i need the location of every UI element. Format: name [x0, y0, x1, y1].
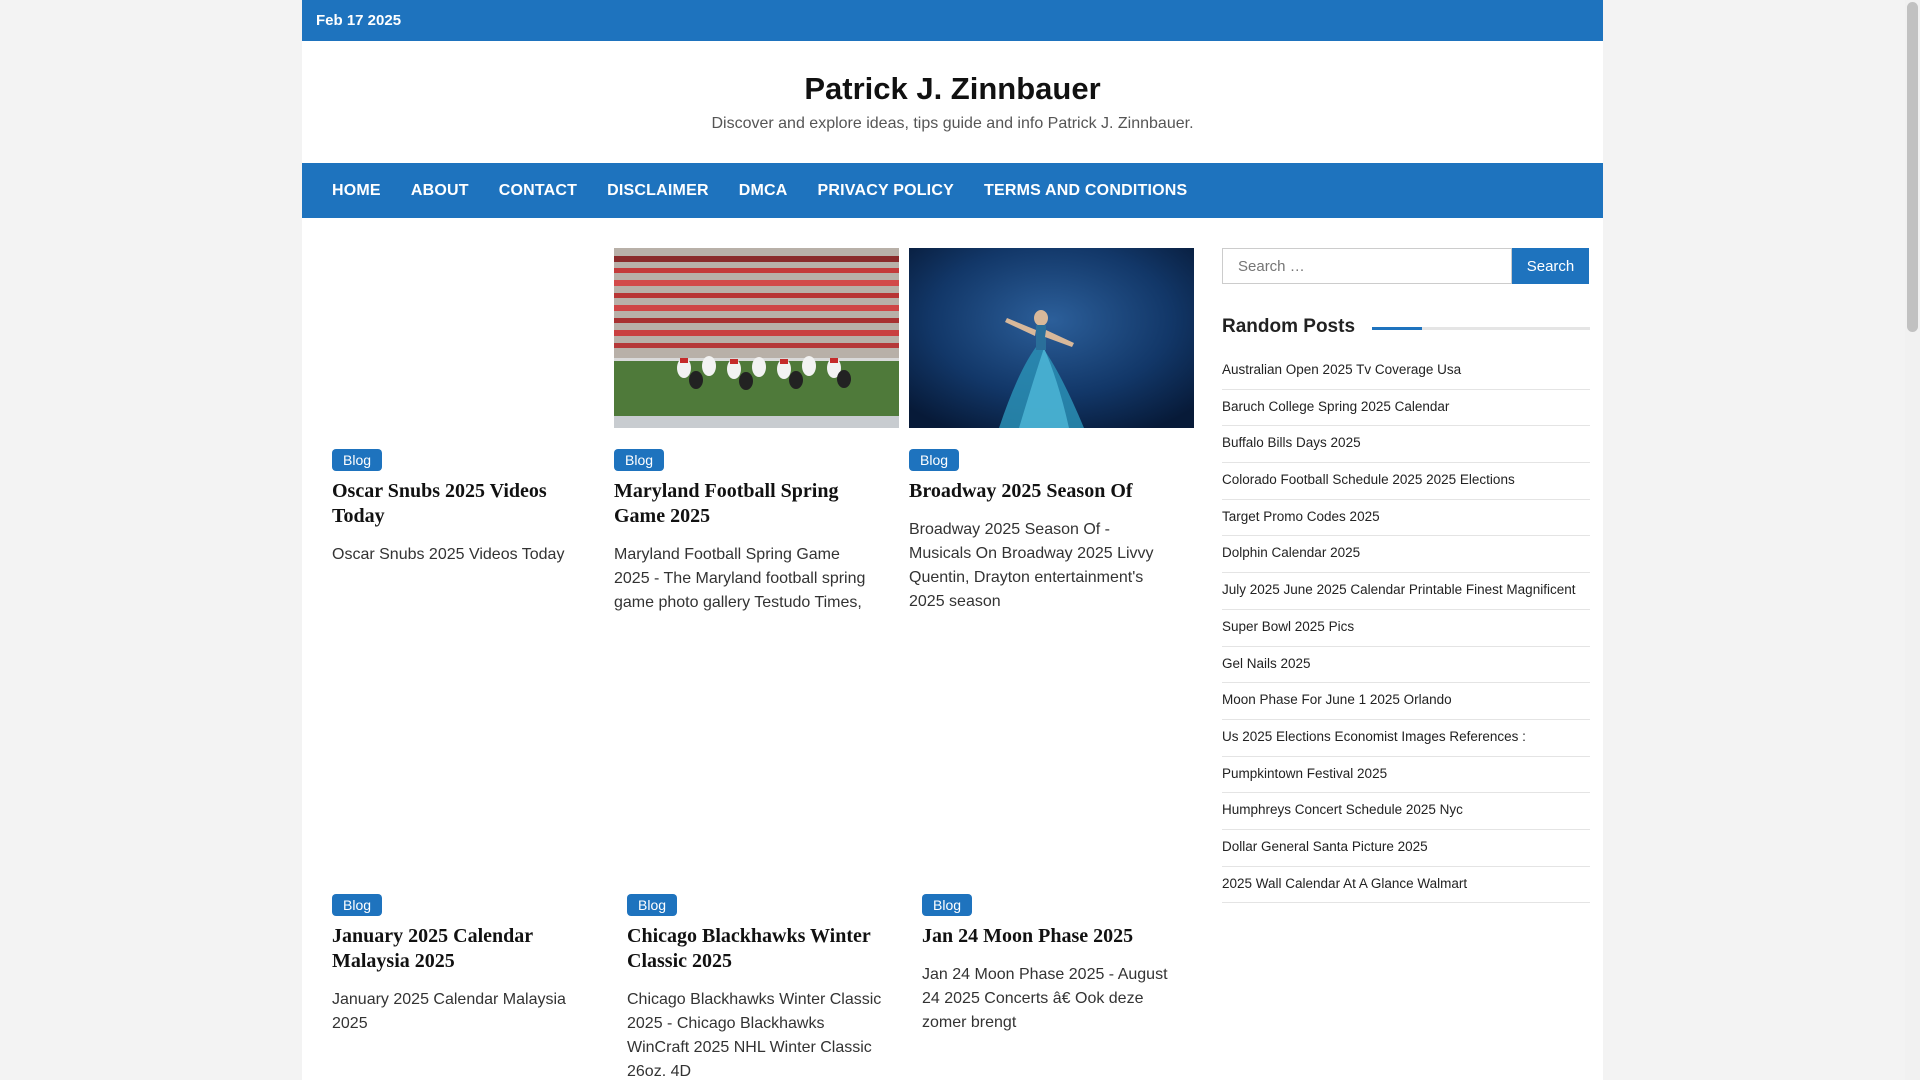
random-post-link[interactable]: Us 2025 Elections Economist Images Refer… — [1222, 720, 1590, 757]
post-title[interactable]: Jan 24 Moon Phase 2025 — [922, 924, 1182, 949]
page-scrollbar[interactable] — [1905, 0, 1920, 1080]
main-nav: HOME ABOUT CONTACT DISCLAIMER DMCA PRIVA… — [302, 163, 1603, 218]
random-post-link[interactable]: July 2025 June 2025 Calendar Printable F… — [1222, 573, 1590, 610]
sidebar: Search Random Posts Australian Open 2025… — [1222, 248, 1590, 904]
random-post-link[interactable]: Baruch College Spring 2025 Calendar — [1222, 390, 1590, 427]
random-post-link[interactable]: Moon Phase For June 1 2025 Orlando — [1222, 683, 1590, 720]
category-badge[interactable]: Blog — [627, 894, 678, 916]
category-badge[interactable]: Blog — [614, 449, 665, 471]
post-thumbnail[interactable] — [909, 248, 1194, 428]
current-date: Feb 17 2025 — [316, 12, 402, 29]
scrollbar-thumb[interactable] — [1907, 2, 1918, 332]
random-posts-list: Australian Open 2025 Tv Coverage Usa Bar… — [1222, 353, 1590, 904]
random-post-link[interactable]: Super Bowl 2025 Pics — [1222, 610, 1590, 647]
random-post-link[interactable]: Humphreys Concert Schedule 2025 Nyc — [1222, 793, 1590, 830]
random-post-link[interactable]: Target Promo Codes 2025 — [1222, 500, 1590, 537]
post-title[interactable]: January 2025 Calendar Malaysia 2025 — [332, 924, 592, 974]
post-excerpt: January 2025 Calendar Malaysia 2025 — [332, 991, 566, 1032]
random-posts-header: Random Posts — [1222, 316, 1590, 340]
page-container: Feb 17 2025 Patrick J. Zinnbauer Discove… — [302, 0, 1603, 1080]
title-underline-accent — [1372, 327, 1422, 330]
site-description: Discover and explore ideas, tips guide a… — [711, 115, 1194, 133]
post-excerpt: Maryland Football Spring Game 2025 - The… — [614, 546, 866, 611]
random-post-link[interactable]: Gel Nails 2025 — [1222, 647, 1590, 684]
post-card: Blog Broadway 2025 Season Of Broadway 20… — [909, 248, 1194, 614]
search-input[interactable] — [1222, 248, 1512, 284]
post-card: Blog Jan 24 Moon Phase 2025 Jan 24 Moon … — [922, 693, 1207, 1035]
nav-dmca[interactable]: DMCA — [739, 182, 788, 200]
nav-contact[interactable]: CONTACT — [499, 182, 577, 200]
site-header: Patrick J. Zinnbauer Discover and explor… — [302, 41, 1603, 163]
post-thumbnail-empty — [332, 693, 617, 873]
post-thumbnail-empty — [922, 693, 1207, 873]
post-excerpt: Chicago Blackhawks Winter Classic 2025 -… — [627, 991, 882, 1080]
post-card: Blog January 2025 Calendar Malaysia 2025… — [332, 693, 617, 1036]
dancer-stage-image — [909, 248, 1194, 428]
nav-home[interactable]: HOME — [332, 182, 381, 200]
random-post-link[interactable]: Pumpkintown Festival 2025 — [1222, 757, 1590, 794]
post-card: Blog Chicago Blackhawks Winter Classic 2… — [627, 693, 912, 1080]
nav-terms[interactable]: TERMS AND CONDITIONS — [984, 182, 1187, 200]
search-form: Search — [1222, 248, 1590, 284]
post-excerpt: Jan 24 Moon Phase 2025 - August 24 2025 … — [922, 966, 1168, 1031]
football-stadium-image — [614, 248, 899, 428]
post-excerpt: Oscar Snubs 2025 Videos Today — [332, 546, 565, 563]
post-title[interactable]: Broadway 2025 Season Of — [909, 479, 1169, 504]
nav-disclaimer[interactable]: DISCLAIMER — [607, 182, 709, 200]
post-title[interactable]: Chicago Blackhawks Winter Classic 2025 — [627, 924, 887, 974]
post-thumbnail-empty — [332, 248, 617, 428]
post-excerpt: Broadway 2025 Season Of - Musicals On Br… — [909, 521, 1154, 610]
category-badge[interactable]: Blog — [332, 449, 383, 471]
random-post-link[interactable]: Dollar General Santa Picture 2025 — [1222, 830, 1590, 867]
post-thumbnail-empty — [627, 693, 912, 873]
random-post-link[interactable]: Buffalo Bills Days 2025 — [1222, 426, 1590, 464]
category-badge[interactable]: Blog — [922, 894, 973, 916]
random-posts-title: Random Posts — [1222, 316, 1366, 338]
post-card: Blog Oscar Snubs 2025 Videos Today Oscar… — [332, 248, 617, 567]
category-badge[interactable]: Blog — [332, 894, 383, 916]
post-title[interactable]: Oscar Snubs 2025 Videos Today — [332, 479, 592, 529]
random-post-link[interactable]: Australian Open 2025 Tv Coverage Usa — [1222, 353, 1590, 390]
random-post-link[interactable]: Colorado Football Schedule 2025 2025 Ele… — [1222, 463, 1590, 500]
random-post-link[interactable]: 2025 Wall Calendar At A Glance Walmart — [1222, 867, 1590, 904]
post-title[interactable]: Maryland Football Spring Game 2025 — [614, 479, 874, 529]
post-thumbnail[interactable] — [614, 248, 899, 428]
top-bar: Feb 17 2025 — [302, 0, 1603, 41]
post-card: Blog Maryland Football Spring Game 2025 … — [614, 248, 899, 615]
site-title[interactable]: Patrick J. Zinnbauer — [302, 41, 1603, 107]
random-post-link[interactable]: Dolphin Calendar 2025 — [1222, 536, 1590, 574]
search-button[interactable]: Search — [1512, 248, 1589, 284]
category-badge[interactable]: Blog — [909, 449, 960, 471]
nav-privacy-policy[interactable]: PRIVACY POLICY — [818, 182, 954, 200]
nav-about[interactable]: ABOUT — [411, 182, 469, 200]
